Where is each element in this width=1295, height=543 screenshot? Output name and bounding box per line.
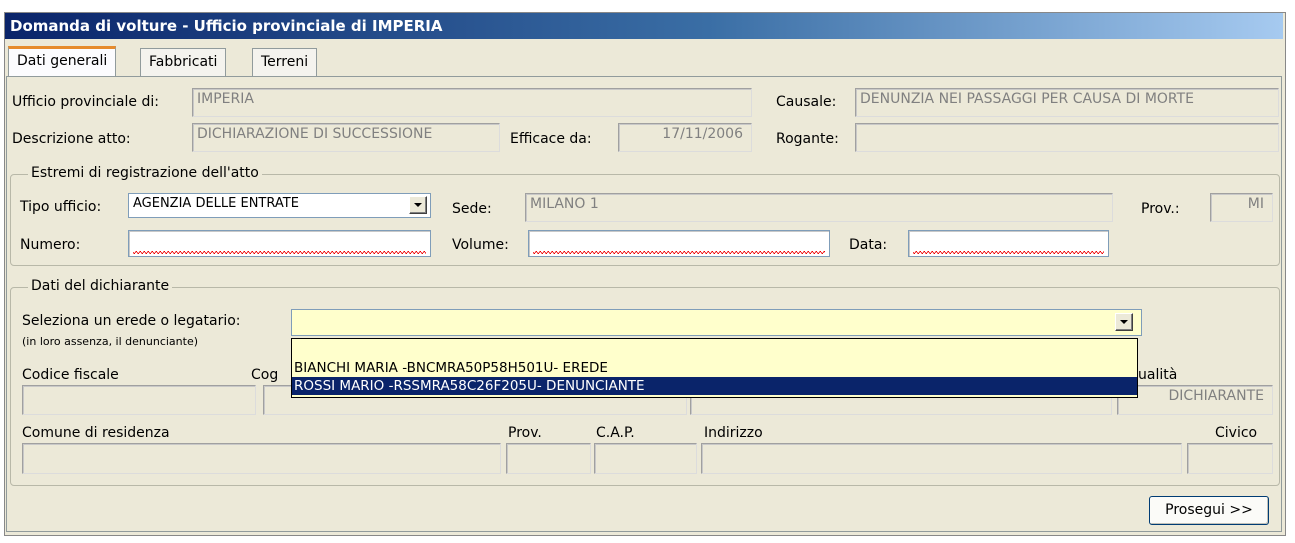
dichiarante-legend: Dati del dichiarante xyxy=(28,278,173,294)
comune-label: Comune di residenza xyxy=(22,425,170,441)
prosegui-button[interactable]: Prosegui >> xyxy=(1149,496,1269,525)
seleziona-hint: (in loro assenza, il denunciante) xyxy=(22,335,199,348)
ufficio-field: IMPERIA xyxy=(192,88,752,117)
causale-field: DENUNZIA NEI PASSAGGI PER CAUSA DI MORTE xyxy=(855,88,1279,117)
tab-dati-generali[interactable]: Dati generali xyxy=(8,46,117,76)
registrazione-legend: Estremi di registrazione dell'atto xyxy=(28,165,262,181)
volume-label: Volume: xyxy=(452,237,509,253)
prov-label: Prov.: xyxy=(1141,201,1180,217)
causale-label: Causale: xyxy=(776,94,837,110)
dropdown-option-bianchi[interactable]: BIANCHI MARIA -BNCMRA50P58H501U- EREDE xyxy=(292,359,1137,377)
tipo-ufficio-dropdown-button[interactable] xyxy=(409,196,427,214)
qualita-label: ualità xyxy=(1138,367,1178,383)
rogante-label: Rogante: xyxy=(776,131,839,147)
prov-field: MI xyxy=(1210,193,1273,222)
cap-field xyxy=(594,443,697,474)
descrizione-field: DICHIARAZIONE DI SUCCESSIONE xyxy=(192,123,500,152)
tab-fabbricati[interactable]: Fabbricati xyxy=(140,48,227,76)
numero-input[interactable] xyxy=(128,230,431,257)
sede-label: Sede: xyxy=(452,201,492,217)
spellcheck-underline xyxy=(133,251,426,254)
efficace-field: 17/11/2006 xyxy=(618,123,752,152)
data-input[interactable] xyxy=(908,230,1109,257)
volume-input[interactable] xyxy=(528,230,830,257)
erede-dropdown-list: BIANCHI MARIA -BNCMRA50P58H501U- EREDE R… xyxy=(291,338,1138,398)
erede-select[interactable] xyxy=(291,309,1142,336)
chevron-down-icon xyxy=(414,203,422,207)
data-label: Data: xyxy=(849,237,888,253)
civico-field xyxy=(1187,443,1273,474)
tipo-ufficio-value: AGENZIA DELLE ENTRATE xyxy=(133,196,299,211)
indirizzo-label: Indirizzo xyxy=(704,425,763,441)
seleziona-label: Seleziona un erede o legatario: xyxy=(22,313,241,329)
dropdown-option-rossi[interactable]: ROSSI MARIO -RSSMRA58C26F205U- DENUNCIAN… xyxy=(292,377,1137,395)
prov-residenza-field xyxy=(506,443,591,474)
window-title: Domanda di volture - Ufficio provinciale… xyxy=(5,13,1283,39)
spellcheck-underline xyxy=(533,251,825,254)
tipo-ufficio-select[interactable]: AGENZIA DELLE ENTRATE xyxy=(128,193,431,218)
tipo-ufficio-label: Tipo ufficio: xyxy=(20,199,102,215)
chevron-down-icon xyxy=(1120,320,1128,324)
indirizzo-field xyxy=(701,443,1182,474)
erede-dropdown-button[interactable] xyxy=(1115,313,1133,331)
qualita-field: DICHIARANTE xyxy=(1117,385,1273,415)
prov-residenza-label: Prov. xyxy=(508,425,542,441)
tab-terreni[interactable]: Terreni xyxy=(252,48,318,76)
codice-fiscale-label: Codice fiscale xyxy=(22,367,119,383)
numero-label: Numero: xyxy=(20,237,81,253)
cap-label: C.A.P. xyxy=(596,425,635,441)
codice-fiscale-field xyxy=(22,385,256,415)
sede-field: MILANO 1 xyxy=(525,193,1113,222)
comune-field xyxy=(22,443,501,474)
rogante-field xyxy=(855,123,1279,152)
efficace-label: Efficace da: xyxy=(510,131,592,147)
civico-label: Civico xyxy=(1215,425,1258,441)
cognome-label: Cog xyxy=(251,367,279,383)
ufficio-label: Ufficio provinciale di: xyxy=(12,94,159,110)
spellcheck-underline xyxy=(913,251,1104,254)
descrizione-label: Descrizione atto: xyxy=(12,131,131,147)
